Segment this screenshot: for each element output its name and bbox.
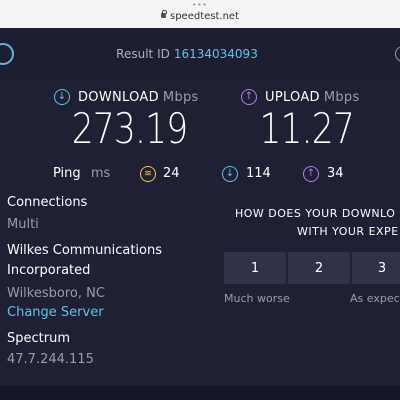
survey-question-line2: WITH YOUR EXPE xyxy=(297,225,399,238)
browser-url-bar[interactable]: ••• speedtest.net xyxy=(0,0,400,28)
upload-speed-value: 11.27 xyxy=(259,104,354,153)
upload-arrow-icon: ↑ xyxy=(241,89,257,105)
rating-mid-label: As expect xyxy=(350,292,400,305)
result-header: Result ID 16134034093 xyxy=(0,28,400,82)
isp-name-line1: Wilkes Communications xyxy=(7,243,162,258)
upload-unit: Mbps xyxy=(323,90,360,105)
isp-name-line2: Incorporated xyxy=(7,263,91,278)
survey-question-line1: HOW DOES YOUR DOWNLO xyxy=(235,207,396,220)
ping-unit: ms xyxy=(90,166,111,181)
rating-button-3[interactable]: 3 xyxy=(352,252,400,284)
result-id-value[interactable]: 16134034093 xyxy=(174,47,258,61)
connections-label: Connections xyxy=(7,195,88,210)
server-location: Wilkesboro, NC xyxy=(7,286,105,301)
ping-label: Ping ms xyxy=(53,166,110,181)
idle-ping-value: 24 xyxy=(163,166,180,181)
upload-label: UPLOAD Mbps xyxy=(265,90,360,105)
url-display[interactable]: speedtest.net xyxy=(0,10,400,22)
download-ping-icon: ↓ xyxy=(222,166,238,182)
ping-label-text: Ping xyxy=(53,166,81,181)
result-id-label: Result ID xyxy=(116,47,170,61)
download-label-text: DOWNLOAD xyxy=(78,90,159,105)
download-arrow-icon: ↓ xyxy=(54,89,70,105)
change-server-link[interactable]: Change Server xyxy=(7,305,104,320)
upload-ping-value: 34 xyxy=(327,166,344,181)
results-panel: ↓ DOWNLOAD Mbps 273.19 ↑ UPLOAD Mbps 11.27… xyxy=(0,82,400,386)
download-ping-value: 114 xyxy=(246,166,271,181)
upload-label-text: UPLOAD xyxy=(265,90,320,105)
page-bottom-strip xyxy=(0,386,400,400)
download-speed-value: 273.19 xyxy=(71,104,188,153)
share-control-icon[interactable] xyxy=(395,46,400,62)
host-name: Spectrum xyxy=(7,331,70,346)
browser-menu-dots[interactable]: ••• xyxy=(0,1,400,9)
connections-value: Multi xyxy=(7,217,39,232)
upload-ping-icon: ↑ xyxy=(303,166,319,182)
result-id-line: Result ID 16134034093 xyxy=(0,47,374,61)
rating-low-label: Much worse xyxy=(224,292,290,305)
rating-button-1[interactable]: 1 xyxy=(224,252,286,284)
idle-ping-icon: ≋ xyxy=(140,166,156,182)
lock-icon xyxy=(160,10,167,18)
rating-button-2[interactable]: 2 xyxy=(288,252,350,284)
download-unit: Mbps xyxy=(162,90,199,105)
url-text: speedtest.net xyxy=(169,11,239,22)
ip-address: 47.7.244.115 xyxy=(7,352,94,367)
download-label: DOWNLOAD Mbps xyxy=(78,90,199,105)
